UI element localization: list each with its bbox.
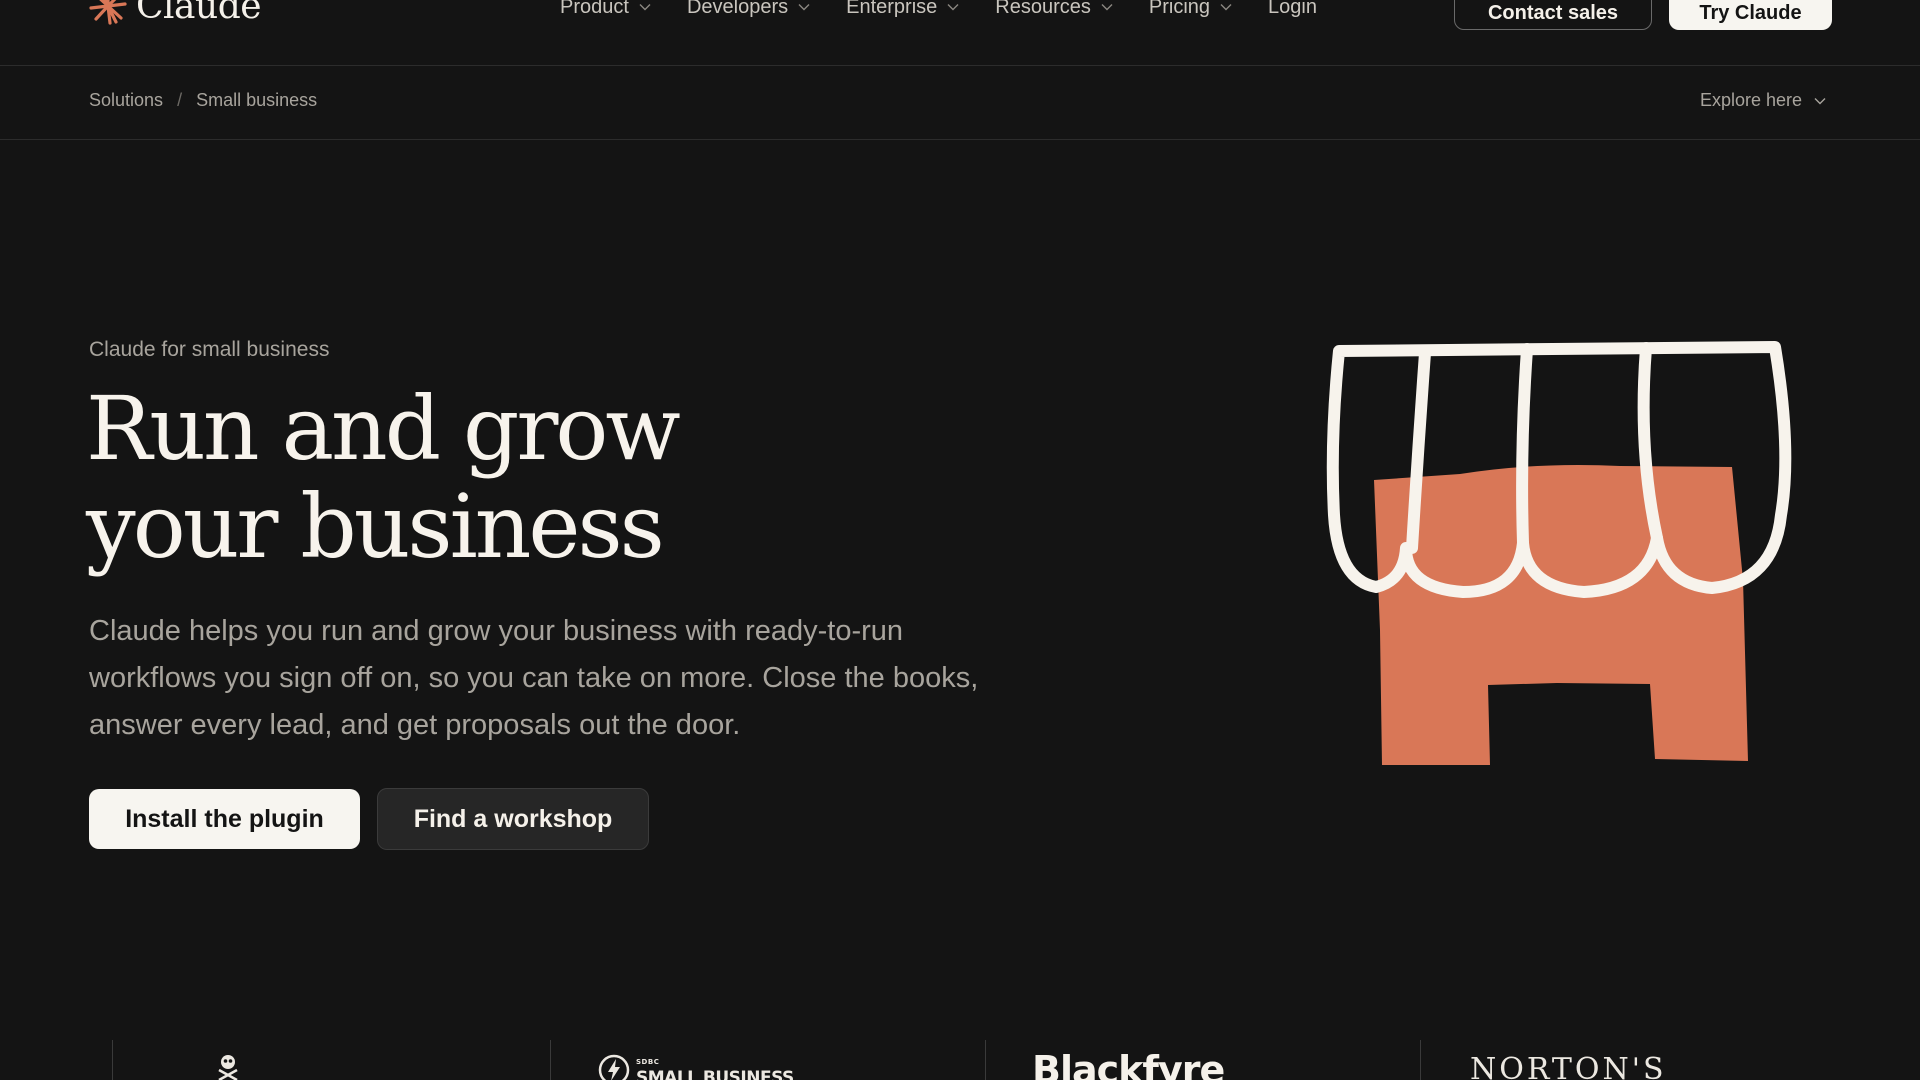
logo-divider [1420,1040,1421,1080]
client-logo-strip: SDBC SMALL BUSINESS Blackfyre NORTON'S [0,1038,1920,1080]
nav-item-label: Pricing [1148,0,1211,18]
small-business-logo-title: SMALL BUSINESS [636,1068,794,1080]
logo-divider [550,1040,551,1080]
top-navigation: Claude Product Developers Enterprise Res… [0,0,1920,66]
hero-title: Run and grow your business [86,380,986,576]
nav-item-label: Login [1268,0,1317,18]
hero-description: Claude helps you run and grow your busin… [89,615,979,741]
storefront-icon [1326,341,1792,765]
sub-navigation: Solutions / Small business Explore here [0,66,1920,140]
small-business-logo-text: SDBC SMALL BUSINESS [636,1054,794,1080]
chevron-down-icon [798,4,810,11]
install-plugin-button[interactable]: Install the plugin [89,789,360,849]
explore-label: Explore here [1699,90,1802,110]
breadcrumb-separator: / [177,90,183,110]
nav-item-developers[interactable]: Developers [687,0,810,19]
hero-eyebrow: Claude for small business [89,338,330,361]
main-nav: Product Developers Enterprise Resources … [560,0,1353,24]
nav-item-pricing[interactable]: Pricing [1149,0,1232,19]
chevron-down-icon [947,4,959,11]
nav-item-enterprise[interactable]: Enterprise [846,0,959,19]
chevron-down-icon [1814,97,1826,104]
blackfyre-logo: Blackfyre [1032,1048,1225,1080]
nav-item-label: Enterprise [846,0,938,18]
breadcrumb: Solutions / Small business [89,90,317,111]
claude-logo[interactable]: Claude [88,0,262,27]
contact-sales-button[interactable]: Contact sales [1454,0,1652,30]
breadcrumb-current: Small business [196,90,318,110]
lightning-bolt-icon [598,1054,630,1080]
find-workshop-button[interactable]: Find a workshop [377,788,649,850]
logo-divider [112,1040,113,1080]
nav-item-resources[interactable]: Resources [995,0,1113,19]
brand-name: Claude [136,0,262,27]
breadcrumb-solutions[interactable]: Solutions [89,90,163,111]
nav-item-label: Resources [995,0,1091,18]
chevron-down-icon [1101,4,1113,11]
explore-dropdown[interactable]: Explore here [1700,90,1826,111]
nav-item-product[interactable]: Product [560,0,651,19]
nortons-logo: NORTON'S [1470,1052,1667,1080]
chevron-down-icon [1220,4,1232,11]
nav-item-label: Developers [686,0,789,18]
try-claude-button[interactable]: Try Claude [1669,0,1832,30]
chevron-down-icon [639,4,651,11]
claude-starburst-icon [89,0,127,25]
nav-item-login[interactable]: Login [1268,0,1317,19]
small-business-logo: SDBC SMALL BUSINESS [598,1054,794,1080]
hero-title-line-2: your business [86,475,665,578]
logo-divider [985,1040,986,1080]
hero-title-line-1: Run and grow [86,377,681,480]
skull-crossbones-logo [218,1055,238,1080]
nav-item-label: Product [560,0,629,18]
